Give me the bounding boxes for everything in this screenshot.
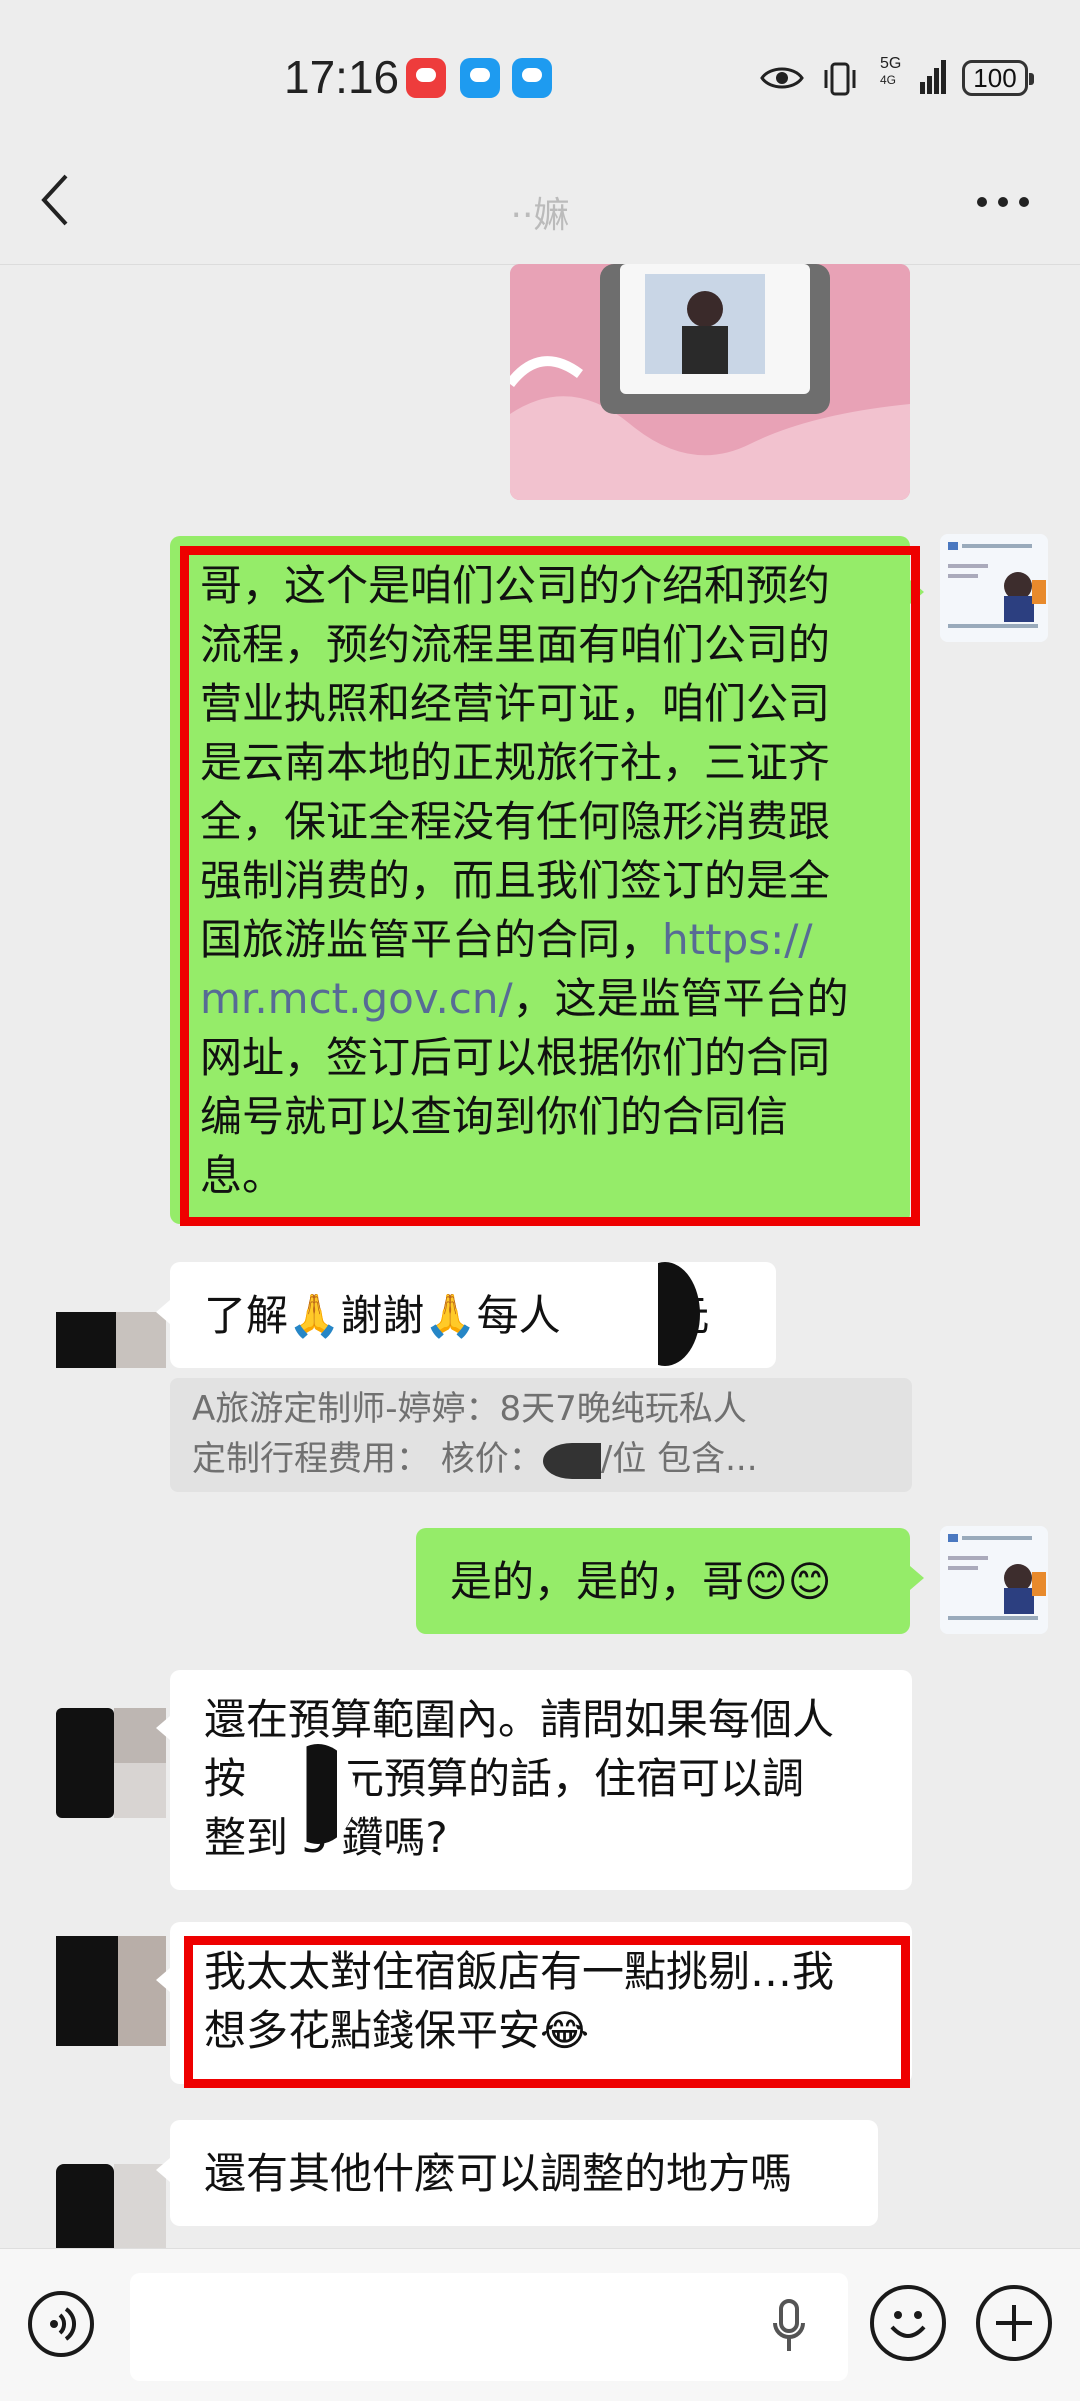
photo-image — [510, 264, 910, 500]
other-avatar[interactable] — [56, 1708, 166, 1818]
my-avatar[interactable] — [940, 534, 1048, 642]
redacted-mark — [280, 1744, 356, 1844]
network-label: 5G 4G — [880, 55, 902, 88]
image-message[interactable] — [510, 264, 910, 500]
quoted-message[interactable]: A旅游定制师-婷婷：8天7晚纯玩私人 定制行程费用： 核价：/位 包含... — [170, 1378, 912, 1492]
more-dots-icon[interactable] — [976, 196, 1030, 208]
message-app-icon — [460, 58, 500, 98]
message-text: 還有其他什麼可以調整的地方嗎 — [204, 2149, 793, 2198]
eye-icon — [760, 67, 804, 89]
plus-icon[interactable] — [976, 2285, 1052, 2361]
emoji-icon[interactable] — [870, 2285, 946, 2361]
my-avatar[interactable] — [940, 1526, 1048, 1634]
bubble-tail — [910, 1566, 924, 1590]
microphone-icon[interactable] — [772, 2299, 806, 2353]
other-message-bubble[interactable]: 了解🙏謝謝🙏每人0元 — [170, 1262, 776, 1368]
message-text: 是的，是的，哥😊😊 — [450, 1557, 832, 1606]
status-bar: 17:16 5G 4G 100 — [0, 0, 1080, 160]
red-highlight-box — [180, 546, 920, 1226]
other-avatar[interactable] — [56, 1280, 166, 1390]
other-message-bubble[interactable]: 還在預算範圍內。請問如果每個人 按元預算的話，住宿可以調 整到 5 鑽嗎? — [170, 1670, 912, 1890]
vibrate-icon — [824, 62, 856, 96]
my-message-bubble[interactable]: 是的，是的，哥😊😊 — [416, 1528, 910, 1634]
bubble-tail — [156, 2158, 170, 2182]
red-highlight-box — [184, 1936, 910, 2088]
other-message-bubble[interactable]: 還有其他什麼可以調整的地方嗎 — [170, 2120, 878, 2226]
message-input[interactable] — [130, 2273, 848, 2381]
huawei-app-icon — [406, 58, 446, 98]
other-avatar[interactable] — [56, 1936, 166, 2046]
chat-title: ··嫲 — [510, 195, 570, 236]
redacted-mark — [630, 1262, 700, 1366]
input-bar — [0, 2248, 1080, 2401]
bubble-tail — [156, 1300, 170, 1324]
voice-icon[interactable] — [28, 2291, 94, 2357]
bubble-tail — [156, 1968, 170, 1992]
signal-icon — [920, 60, 946, 94]
battery-icon: 100 — [962, 60, 1034, 96]
weather-app-icon — [512, 58, 552, 98]
status-time: 17:16 — [284, 51, 400, 103]
bubble-tail — [156, 1716, 170, 1740]
